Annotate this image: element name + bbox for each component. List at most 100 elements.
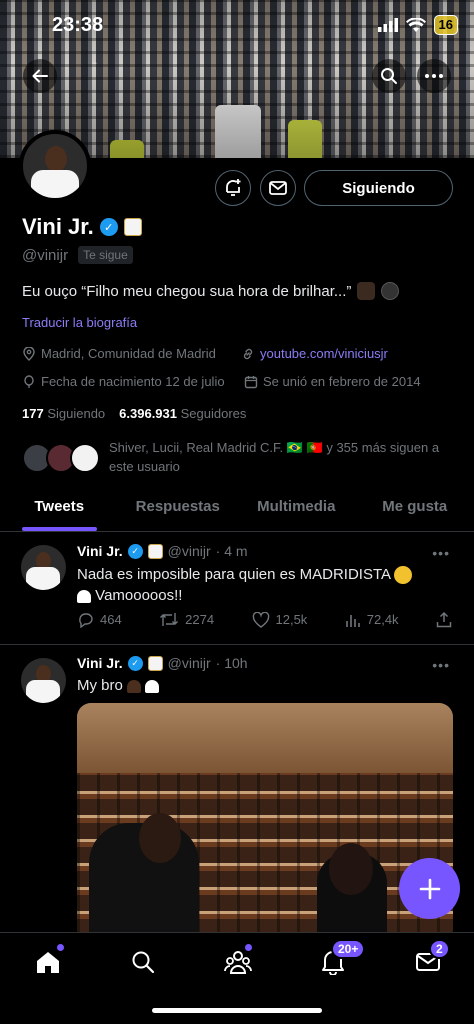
nav-home[interactable]: [33, 944, 64, 977]
nav-notifications[interactable]: 20+: [318, 939, 366, 977]
location-text: Madrid, Comunidad de Madrid: [41, 346, 216, 361]
retweet-count: 2274: [185, 612, 215, 627]
plus-icon: [419, 878, 440, 899]
tab-replies[interactable]: Respuestas: [119, 490, 238, 531]
tab-media[interactable]: Multimedia: [237, 490, 356, 531]
black-circle-emoji-icon: [381, 282, 400, 300]
nav-communities[interactable]: [223, 944, 253, 977]
bell-plus-icon: [226, 179, 241, 196]
followers-count: 6.396.931: [119, 406, 177, 421]
notifications-badge: 20+: [331, 939, 366, 959]
following-count: 177: [22, 406, 44, 421]
battery-indicator: 16: [433, 15, 458, 35]
verified-badge-icon: ✓: [127, 543, 143, 559]
profile-website[interactable]: youtube.com/viniciusjr: [241, 346, 388, 361]
tab-likes[interactable]: Me gusta: [356, 490, 474, 531]
profile-name-row: Vini Jr. ✓: [22, 214, 142, 240]
club-affiliation-icon: [147, 543, 163, 559]
compose-tweet-button[interactable]: [399, 858, 460, 919]
location-pin-icon: [23, 346, 35, 361]
tweet-author-handle: @vinijr: [167, 655, 211, 671]
link-icon: [243, 348, 253, 359]
communities-icon: [224, 951, 252, 974]
brown-heart-emoji-icon: [127, 679, 142, 693]
status-time: 23:38: [52, 14, 104, 36]
reply-count: 464: [100, 612, 122, 627]
avatar-head: [45, 146, 67, 172]
follows-you-badge: Te sigue: [78, 246, 133, 264]
like-count: 12,5k: [275, 612, 308, 627]
back-arrow-icon: [32, 69, 48, 83]
tweet-text-line: Vamooooos!!: [95, 587, 183, 604]
tweet-more-icon[interactable]: •••: [432, 545, 450, 561]
tweet-avatar[interactable]: [21, 545, 66, 590]
retweet-icon: [160, 613, 179, 626]
tweet-author-name[interactable]: Vini Jr.: [77, 543, 123, 559]
more-options-button[interactable]: [417, 59, 451, 93]
followed-by-text[interactable]: Shiver, Lucii, Real Madrid C.F. 🇧🇷 🇵🇹 y …: [109, 438, 454, 476]
communities-unread-dot: [245, 944, 252, 951]
like-button[interactable]: 12,5k: [252, 611, 308, 628]
photo-person-head: [139, 813, 181, 863]
view-count: 72,4k: [366, 612, 399, 627]
avatar-shirt: [31, 170, 79, 198]
calendar-icon: [244, 375, 258, 388]
tab-tweets[interactable]: Tweets: [0, 490, 119, 531]
message-button[interactable]: [260, 170, 296, 206]
tweet-author-handle: @vinijr: [167, 543, 211, 559]
tweet-text-line: My bro: [77, 677, 123, 694]
heart-icon: [252, 611, 269, 628]
tweet-item[interactable]: Vini Jr. ✓ @vinijr · 4 m ••• Nada es imp…: [0, 533, 474, 645]
profile-tabs: Tweets Respuestas Multimedia Me gusta: [0, 490, 474, 532]
views-chart-icon: [345, 614, 360, 627]
followers-count-link[interactable]: 6.396.931 Seguidores: [119, 406, 246, 421]
profile-location: Madrid, Comunidad de Madrid: [22, 346, 216, 361]
avatar-shirt: [26, 680, 60, 703]
birthday-text: Fecha de nacimiento 12 de julio: [41, 374, 225, 389]
tweet-text-line: Nada es imposible para quien es MADRIDIS…: [77, 566, 391, 583]
home-icon: [37, 952, 59, 973]
messages-badge: 2: [429, 939, 450, 959]
club-affiliation-icon: [123, 218, 142, 236]
retweet-button[interactable]: 2274: [159, 611, 214, 628]
reply-button[interactable]: 464: [77, 611, 122, 628]
status-icons: 16: [377, 15, 458, 35]
tweet-more-icon[interactable]: •••: [432, 657, 450, 673]
verified-badge-icon: ✓: [127, 655, 143, 671]
profile-handle-row: @vinijr Te sigue: [22, 246, 133, 264]
grinning-sweat-emoji-icon: [394, 566, 413, 585]
envelope-icon: [269, 181, 287, 195]
views-button[interactable]: 72,4k: [345, 611, 399, 628]
photo-person-head: [329, 843, 373, 895]
search-button[interactable]: [372, 59, 406, 93]
white-heart-emoji-icon: [77, 589, 91, 603]
tweet-avatar[interactable]: [21, 658, 66, 703]
share-button[interactable]: [436, 611, 452, 628]
website-link[interactable]: youtube.com/viniciusjr: [260, 346, 388, 361]
following-button[interactable]: Siguiendo: [304, 170, 453, 206]
tweet-media-photo[interactable]: [77, 703, 453, 943]
club-affiliation-icon: [147, 655, 163, 671]
translate-bio-link[interactable]: Traducir la biografía: [22, 315, 137, 330]
profile-avatar[interactable]: [19, 130, 91, 202]
tweet-time: · 4 m: [215, 543, 248, 559]
followers-label: Seguidores: [180, 406, 247, 421]
tweet-time: · 10h: [215, 655, 248, 671]
following-count-link[interactable]: 177 Siguiendo: [22, 406, 105, 421]
tweet-header: Vini Jr. ✓ @vinijr · 4 m: [77, 543, 248, 559]
nav-search[interactable]: [128, 947, 158, 977]
tweet-author-name[interactable]: Vini Jr.: [77, 655, 123, 671]
back-button[interactable]: [23, 59, 57, 93]
profile-name: Vini Jr.: [22, 214, 94, 239]
notifications-toggle-button[interactable]: [215, 170, 251, 206]
follow-counts: 177 Siguiendo 6.396.931 Seguidores: [22, 406, 246, 421]
avatar-shirt: [26, 567, 60, 590]
home-unread-dot: [57, 944, 64, 951]
nav-messages[interactable]: 2: [413, 939, 450, 977]
avatar: [70, 443, 100, 473]
signal-icon: [377, 18, 398, 32]
white-heart-emoji-icon: [145, 679, 160, 693]
photo-ceiling: [77, 703, 453, 773]
verified-badge-icon: ✓: [99, 218, 118, 236]
mutual-followers-avatars[interactable]: [22, 443, 100, 475]
